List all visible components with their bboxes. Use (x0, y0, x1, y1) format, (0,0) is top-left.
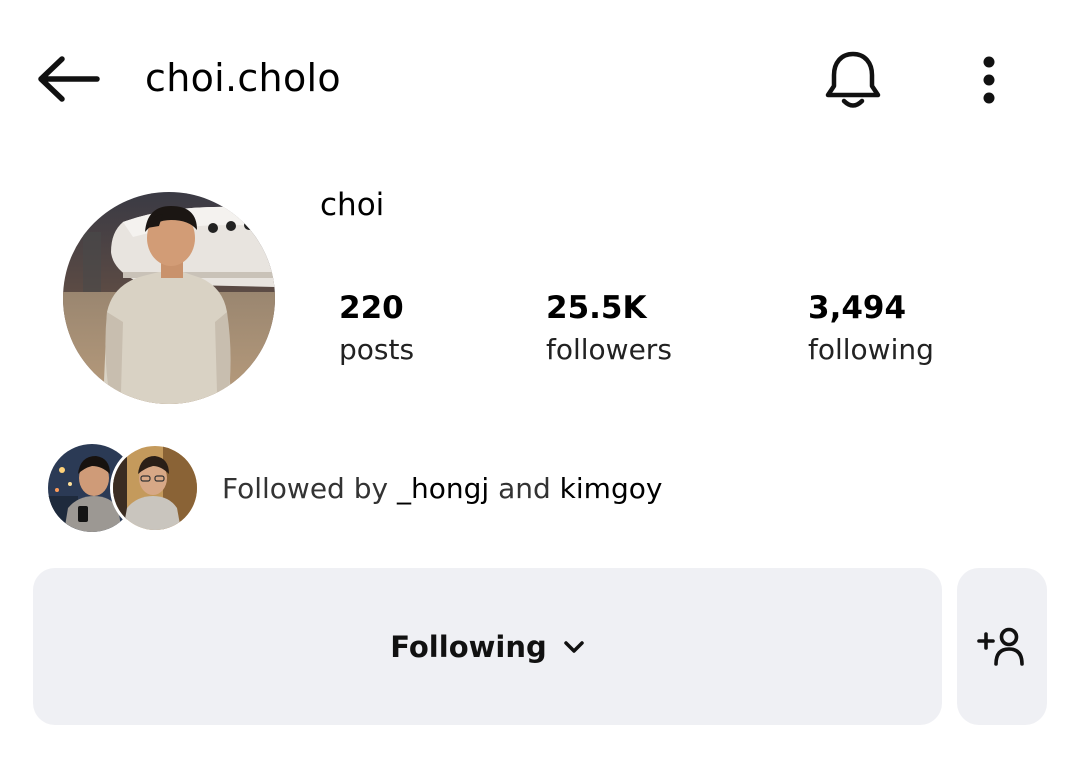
suggested-users-button[interactable] (957, 568, 1047, 725)
followed-by-conjunction: and (498, 472, 551, 505)
mutual-user-2[interactable]: kimgoy (560, 472, 663, 505)
chevron-down-icon (563, 640, 585, 654)
arrow-left-icon (38, 56, 100, 102)
posts-label: posts (339, 333, 415, 366)
back-button[interactable] (32, 50, 104, 108)
followed-by-prefix: Followed by (222, 472, 389, 505)
followed-by-text[interactable]: Followed by _hongj and kimgoy (222, 468, 662, 510)
followers-label: followers (546, 333, 672, 366)
profile-username: choi.cholo (145, 56, 341, 100)
mutual-followers-avatars[interactable] (48, 443, 200, 534)
following-button-label: Following (390, 629, 547, 664)
posts-count[interactable]: 220 posts (339, 288, 414, 372)
profile-photo (63, 192, 275, 404)
bell-icon (825, 51, 881, 108)
more-options-button[interactable] (966, 48, 1012, 112)
notifications-button[interactable] (818, 44, 888, 116)
profile-display-name: choi (320, 187, 385, 223)
add-person-icon (977, 627, 1024, 666)
following-label: following (808, 333, 934, 366)
followers-value: 25.5K (546, 290, 647, 326)
followers-count[interactable]: 25.5K followers (546, 288, 672, 372)
more-vertical-icon (983, 56, 995, 104)
posts-value: 220 (339, 290, 404, 326)
following-count[interactable]: 3,494 following (808, 288, 934, 372)
following-button[interactable]: Following (33, 568, 942, 725)
following-value: 3,494 (808, 290, 907, 326)
profile-avatar[interactable] (63, 192, 275, 404)
mutual-avatar-2 (110, 443, 200, 533)
mutual-user-1[interactable]: _hongj (397, 472, 489, 505)
